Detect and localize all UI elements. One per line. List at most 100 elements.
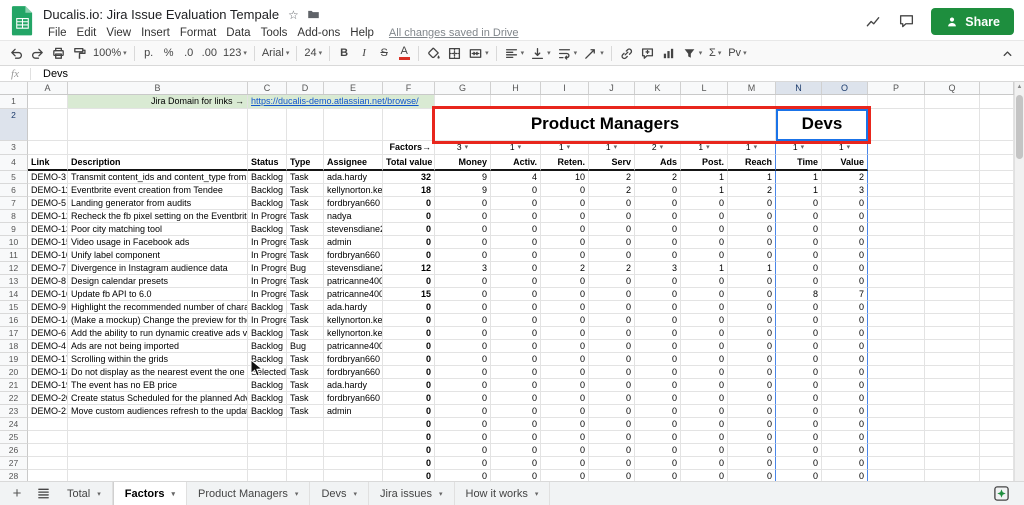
cell[interactable] — [980, 444, 1014, 457]
cell-score[interactable]: 0 — [491, 327, 541, 340]
cell[interactable] — [980, 288, 1014, 301]
cell-score[interactable]: 0 — [681, 392, 728, 405]
scrollbar-thumb[interactable] — [1016, 95, 1023, 159]
cell-score[interactable]: 0 — [681, 366, 728, 379]
cell-description[interactable]: The event has no EB price — [68, 379, 248, 392]
cell-score[interactable]: 0 — [541, 314, 589, 327]
cell-score[interactable]: 1 — [776, 184, 822, 197]
menu-addons[interactable]: Add-ons — [292, 27, 345, 39]
cell-devs-banner[interactable]: Devs — [776, 109, 868, 141]
cell-score[interactable]: 0 — [822, 392, 868, 405]
cell[interactable] — [248, 109, 287, 141]
cell-score[interactable]: 0 — [635, 275, 681, 288]
cell-assignee[interactable]: fordbryan660 — [324, 392, 383, 405]
cell[interactable] — [980, 197, 1014, 210]
cell-description[interactable]: Landing generator from audits — [68, 197, 248, 210]
cell[interactable] — [868, 249, 925, 262]
cell-score[interactable]: 0 — [728, 366, 776, 379]
row-number[interactable]: 14 — [0, 288, 28, 301]
header-status[interactable]: Status — [248, 155, 287, 171]
cell-score[interactable]: 0 — [635, 431, 681, 444]
cell-total-value[interactable]: 0 — [383, 353, 435, 366]
cell-score[interactable]: 0 — [822, 444, 868, 457]
cell-score[interactable]: 0 — [728, 340, 776, 353]
cell-score[interactable]: 0 — [491, 223, 541, 236]
cell-score[interactable]: 0 — [776, 392, 822, 405]
column-header-F[interactable]: F — [383, 82, 435, 94]
cell[interactable] — [980, 392, 1014, 405]
cell-status[interactable]: Backlog — [248, 327, 287, 340]
cell-score[interactable]: 0 — [589, 431, 635, 444]
cell[interactable] — [868, 210, 925, 223]
insert-link-icon[interactable] — [616, 43, 637, 63]
cell-type[interactable]: Task — [287, 327, 324, 340]
cell-score[interactable]: 0 — [728, 457, 776, 470]
cell-score[interactable]: 0 — [776, 444, 822, 457]
cell-score[interactable]: 0 — [435, 431, 491, 444]
cell[interactable] — [868, 184, 925, 197]
cell-description[interactable]: Create status Scheduled for the planned … — [68, 392, 248, 405]
cell-score[interactable]: 0 — [822, 236, 868, 249]
cell-score[interactable]: 7 — [822, 288, 868, 301]
font-size-select[interactable]: 24▾ — [301, 43, 325, 63]
header-assignee[interactable]: Assignee — [324, 155, 383, 171]
cell-assignee[interactable]: ada.hardy — [324, 301, 383, 314]
menu-tools[interactable]: Tools — [256, 27, 293, 39]
column-header-I[interactable]: I — [541, 82, 589, 94]
cell[interactable] — [980, 353, 1014, 366]
cell-type[interactable]: Task — [287, 314, 324, 327]
cell-assignee[interactable]: patricanne400 — [324, 340, 383, 353]
row-number[interactable]: 24 — [0, 418, 28, 431]
cell[interactable] — [776, 95, 822, 109]
undo-icon[interactable] — [6, 43, 27, 63]
cell-link[interactable] — [28, 418, 68, 431]
cell[interactable] — [868, 431, 925, 444]
cell[interactable] — [925, 184, 980, 197]
cell-domain-label[interactable]: Jira Domain for links → — [68, 95, 248, 109]
hide-menus-icon[interactable] — [997, 43, 1018, 63]
cell-total-value[interactable]: 0 — [383, 340, 435, 353]
cell[interactable] — [925, 141, 980, 155]
cell-score[interactable]: 0 — [776, 457, 822, 470]
cell-score[interactable]: 0 — [776, 223, 822, 236]
cell[interactable] — [28, 141, 68, 155]
header-serv[interactable]: Serv — [589, 155, 635, 171]
cell[interactable] — [980, 171, 1014, 184]
cell-status[interactable] — [248, 444, 287, 457]
cell-score[interactable]: 0 — [541, 275, 589, 288]
cell-score[interactable]: 0 — [589, 405, 635, 418]
cell-score[interactable]: 0 — [635, 392, 681, 405]
cell-description[interactable]: Design calendar presets — [68, 275, 248, 288]
header-time[interactable]: Time — [776, 155, 822, 171]
column-header-M[interactable]: M — [728, 82, 776, 94]
cell-score[interactable]: 0 — [589, 457, 635, 470]
cell-status[interactable]: Backlog — [248, 379, 287, 392]
cell-score[interactable]: 0 — [822, 470, 868, 481]
header-value[interactable]: Value — [822, 155, 868, 171]
factor-weight-dropdown[interactable]: 2▾ — [635, 141, 681, 155]
cell-status[interactable]: Backlog — [248, 197, 287, 210]
column-header-H[interactable]: H — [491, 82, 541, 94]
tab-jira-issues[interactable]: Jira issues▾ — [369, 482, 454, 505]
cell-score[interactable]: 0 — [541, 301, 589, 314]
cell[interactable] — [868, 457, 925, 470]
cell-assignee[interactable]: ada.hardy — [324, 379, 383, 392]
cell-description[interactable]: Add the ability to run dynamic creative … — [68, 327, 248, 340]
cell-score[interactable]: 0 — [822, 262, 868, 275]
cell-score[interactable]: 0 — [435, 379, 491, 392]
header-type[interactable]: Type — [287, 155, 324, 171]
cell[interactable] — [925, 392, 980, 405]
cell-link[interactable]: DEMO-15 — [28, 236, 68, 249]
cell-type[interactable]: Task — [287, 288, 324, 301]
cell[interactable] — [868, 366, 925, 379]
cell[interactable] — [980, 418, 1014, 431]
cell-score[interactable]: 0 — [681, 431, 728, 444]
cell-score[interactable]: 0 — [435, 210, 491, 223]
cell[interactable] — [868, 141, 925, 155]
cell-score[interactable]: 0 — [681, 327, 728, 340]
cell-score[interactable]: 0 — [728, 210, 776, 223]
cell-score[interactable]: 0 — [435, 314, 491, 327]
row-number[interactable]: 17 — [0, 327, 28, 340]
font-select[interactable]: Arial▾ — [259, 43, 293, 63]
cell-description[interactable] — [68, 457, 248, 470]
